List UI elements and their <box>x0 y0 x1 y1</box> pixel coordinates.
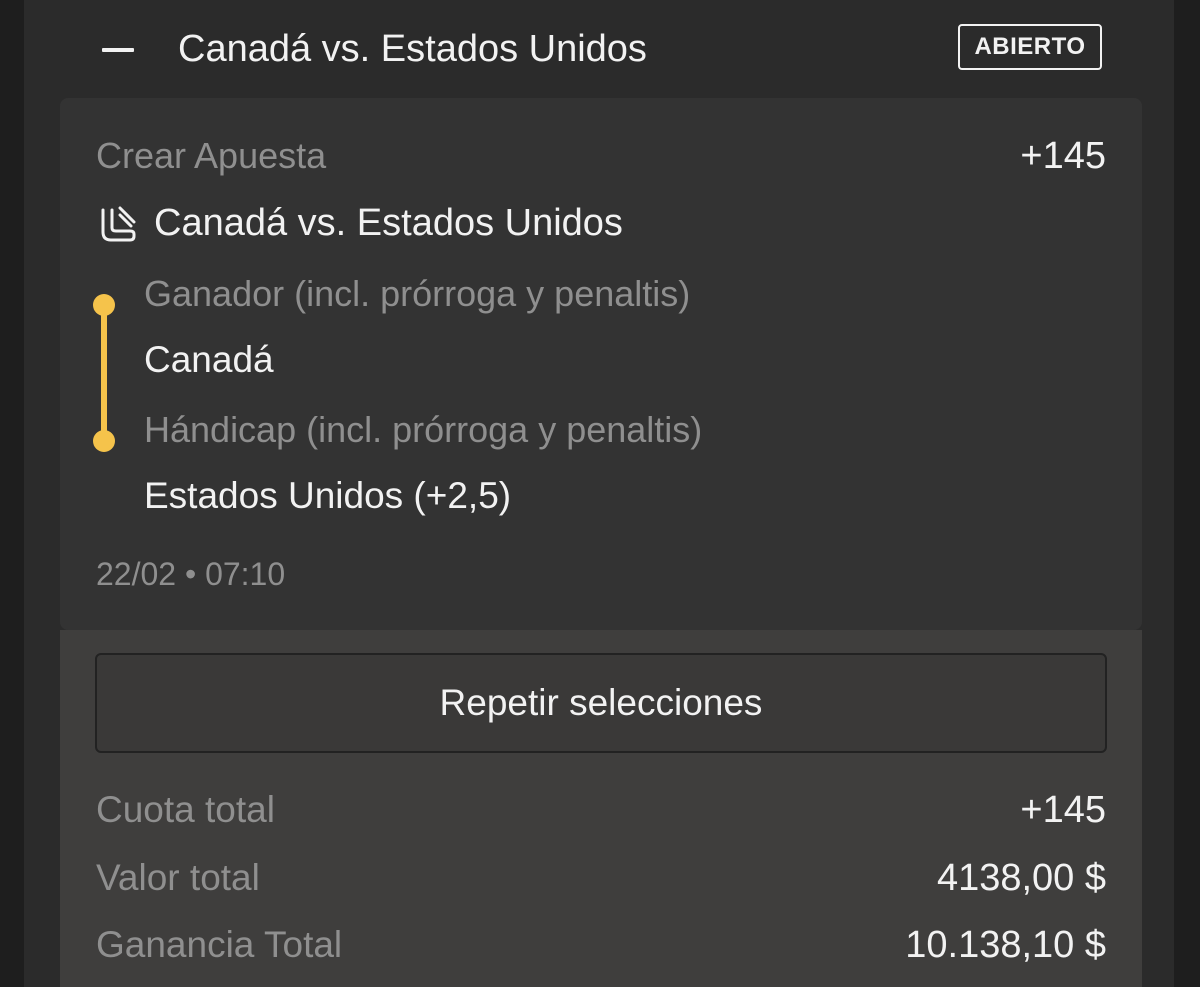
ice-hockey-icon <box>101 206 136 242</box>
market-label: Hándicap (incl. prórroga y penaltis) <box>144 409 703 450</box>
status-badge: ABIERTO <box>958 24 1102 70</box>
event-name: Canadá vs. Estados Unidos <box>154 202 623 244</box>
summary-value: +145 <box>1020 789 1106 831</box>
timeline-dot <box>93 294 115 316</box>
summary-value: 4138,00 $ <box>936 857 1106 899</box>
selection-timeline <box>101 306 107 440</box>
collapse-button[interactable] <box>96 28 140 72</box>
summary-row-total-stake: Valor total 4138,00 $ <box>96 854 1106 902</box>
minus-icon <box>102 48 134 52</box>
summary-label: Ganancia Total <box>96 924 343 965</box>
summary-label: Valor total <box>96 857 260 898</box>
bet-header-title: Canadá vs. Estados Unidos <box>178 28 647 70</box>
summary-value: 10.138,10 $ <box>905 924 1106 966</box>
repeat-selections-button[interactable]: Repetir selecciones <box>95 653 1107 753</box>
bet-type-label: Crear Apuesta <box>96 135 327 176</box>
selection-label: Canadá <box>144 339 274 380</box>
bet-odds: +145 <box>1020 135 1106 177</box>
bet-header: Canadá vs. Estados Unidos ABIERTO <box>24 0 1174 98</box>
selection-label: Estados Unidos (+2,5) <box>144 475 512 516</box>
timeline-dot <box>93 430 115 452</box>
summary-row-total-odds: Cuota total +145 <box>96 786 1106 834</box>
bet-card: Crear Apuesta +145 Canadá vs. Estados Un… <box>60 98 1142 630</box>
bet-history-panel: Canadá vs. Estados Unidos ABIERTO Crear … <box>24 0 1174 987</box>
bet-summary-area: Repetir selecciones Cuota total +145 Val… <box>60 630 1142 987</box>
summary-row-total-winnings: Ganancia Total 10.138,10 $ <box>96 921 1106 969</box>
bet-datetime: 22/02 • 07:10 <box>96 556 286 592</box>
market-label: Ganador (incl. prórroga y penaltis) <box>144 273 691 314</box>
summary-label: Cuota total <box>96 789 275 830</box>
